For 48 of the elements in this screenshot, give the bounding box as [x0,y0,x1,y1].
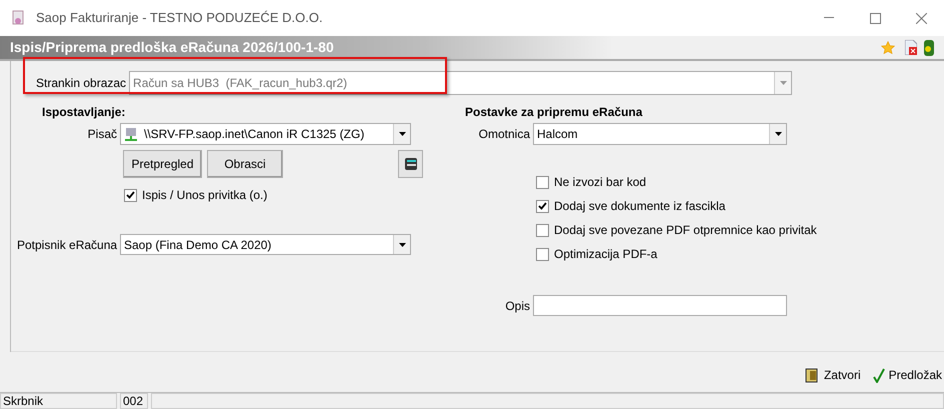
caret-icon [398,132,406,136]
field-label: Pisač [86,126,118,143]
checkbox[interactable] [536,224,549,236]
printer-icon [404,156,418,172]
printer-combobox[interactable]: \\SRV-FP.saop.inet\Canon iR C1325 (ZG) [120,123,411,145]
checkbox[interactable] [124,188,137,202]
status-cell: 002 [120,393,148,409]
toolbar-button[interactable]: Predložak [872,366,942,384]
checkbox-option[interactable]: Ispis / Unos privitka (o.) [124,186,454,204]
field-label: Opis [504,298,531,314]
minimize-icon [824,17,834,19]
checkbox-option[interactable]: Dodaj sve povezane PDF otpremnice kao privitak [536,221,944,239]
checkmark-icon [872,368,885,382]
printer-settings-button[interactable] [398,150,423,178]
field-label: Strankin obrazac [36,75,126,92]
checkbox[interactable] [536,176,549,188]
signer-combobox[interactable]: Saop (Fina Demo CA 2020) [120,234,411,255]
caret-icon [774,132,782,136]
checkbox[interactable] [536,248,549,260]
dropdown-arrow-button[interactable] [393,124,410,144]
section-title: Ispostavljanje: [42,104,126,119]
caret-icon [398,242,406,246]
network-printer-icon [124,128,138,140]
status-cell: Skrbnik [0,393,117,409]
section-title: Postavke za pripremu eRačuna [465,104,644,119]
form-combobox[interactable]: Račun sa HUB3 (FAK_racun_hub3.qr2) [129,71,792,95]
checkbox[interactable] [536,200,549,212]
exit-door-icon [804,368,820,382]
document-delete-icon[interactable] [905,40,917,55]
toolbar-button[interactable]: Zatvori [804,366,861,384]
dropdown-arrow-button[interactable] [769,124,786,144]
checkbox-option[interactable]: Optimizacija PDF-a [536,245,944,263]
app-icon [10,10,26,26]
checkbox-option[interactable]: Dodaj sve dokumente iz fascikla [536,197,944,215]
description-field[interactable] [533,295,787,316]
caret-icon [780,81,787,85]
star-icon[interactable] [881,40,895,54]
field-label: Potpisnik eRačuna [16,236,118,254]
form-title: Ispis/Priprema predloška eRačuna 2026/100-1-80 [10,38,334,57]
form-button[interactable]: Pretpregled [123,150,202,178]
window-title: Saop Fakturiranje - TESTNO PODUZEĆE D.O.O. [36,9,323,28]
envelope-combobox[interactable]: Halcom [533,123,787,145]
form-button[interactable]: Obrasci [207,150,283,178]
maximize-icon [870,12,880,24]
checkbox-option[interactable]: Ne izvozi bar kod [536,173,944,191]
field-label: Omotnica [478,126,531,143]
dropdown-arrow-button[interactable] [393,235,410,254]
close-icon [916,12,926,24]
